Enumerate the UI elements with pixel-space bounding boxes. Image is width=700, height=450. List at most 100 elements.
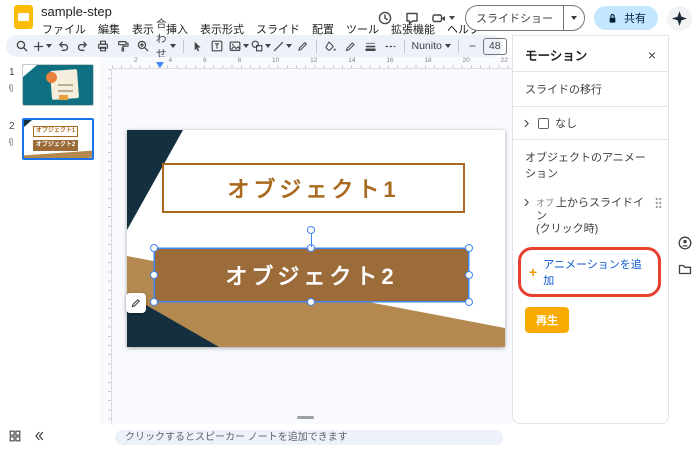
pen-tool-button[interactable] [293,37,312,55]
speaker-notes-input[interactable]: クリックするとスピーカー ノートを追加できます [115,430,503,445]
font-size-input[interactable]: 48 [482,37,507,55]
slideshow-button-label[interactable]: スライドショー [466,6,563,30]
animation-object-prefix: オブ [536,198,555,208]
object1-text-box[interactable]: オブジェクト1 [162,163,465,213]
chevron-right-icon [521,118,532,129]
ruler-tick: 10 [272,57,280,64]
add-plus-icon: + [529,264,538,280]
join-call-caret-icon[interactable] [449,16,455,20]
insert-line-caret-icon[interactable] [285,44,292,48]
slideshow-options-caret-icon[interactable] [563,6,584,30]
quick-actions-button[interactable] [126,293,146,313]
slide-1-clip-icon [6,82,17,95]
text-box-button[interactable] [208,37,227,55]
insert-image-caret-icon[interactable] [242,44,249,48]
folder-icon[interactable] [677,261,693,277]
ruler-tick: 14 [348,57,356,64]
slide-2-number: 2 [9,121,15,132]
redo-button[interactable] [73,37,92,55]
object2-text: オブジェクト2 [225,264,398,289]
slide-editing-area[interactable]: オブジェクト1 オブジェクト2 [127,130,505,347]
thumb1-line-graphic [58,84,74,87]
font-size-decrease-button[interactable]: − [463,37,482,55]
thumb2-object1-mini: オブジェクト1 [32,126,79,138]
undo-button[interactable] [53,37,72,55]
ruler-tick: 22 [500,57,508,64]
lock-icon [609,13,616,23]
thumb2-tan-band-shape [24,150,92,158]
chevron-right-icon [521,197,532,208]
font-family-value: Nunito [411,40,442,52]
font-family-caret-icon [444,44,451,48]
search-menus-icon[interactable] [12,37,31,55]
contacts-icon[interactable] [677,235,693,251]
selection-handle[interactable] [150,244,158,252]
ruler-tick: 8 [237,57,242,64]
zoom-icon[interactable] [133,37,152,55]
ruler-tick: 6 [203,57,207,64]
insert-shape-caret-icon[interactable] [264,44,271,48]
notes-resize-handle[interactable] [297,416,314,419]
ruler-tick: 18 [424,57,432,64]
share-button[interactable]: 共有 [594,6,658,30]
selection-handle[interactable] [150,270,158,279]
selection-handle[interactable] [307,298,315,306]
add-animation-button[interactable]: + アニメーションを追加 [518,247,661,297]
zoom-fit-caret-icon [169,44,176,48]
star-avatar-icon [672,10,687,26]
border-color-button[interactable] [341,37,360,55]
animation-list-item[interactable]: オブ 上からスライドイン (クリック時) [513,190,668,243]
slideshow-button[interactable]: スライドショー [465,5,585,31]
horizontal-ruler: 2 4 6 8 10 12 14 16 18 20 22 [112,57,512,69]
thumb2-navy-corner-shape [24,120,32,127]
rotation-handle[interactable] [307,226,315,234]
selection-handle[interactable] [465,298,473,306]
slide-1-thumbnail[interactable] [22,64,94,106]
thumb1-line-graphic [58,89,74,92]
grid-view-icon[interactable] [8,429,22,443]
side-panel-rail [670,35,700,424]
ruler-tick: 12 [310,57,318,64]
border-dash-button[interactable] [381,37,400,55]
version-history-icon[interactable] [376,9,394,27]
close-panel-button[interactable]: × [648,48,656,62]
drag-handle-icon[interactable] [655,197,662,208]
select-tool-button[interactable] [188,37,207,55]
toolbar-divider [315,39,317,53]
border-weight-button[interactable] [361,37,380,55]
print-button[interactable] [93,37,112,55]
collapse-filmstrip-icon[interactable] [32,429,46,443]
transition-row[interactable]: なし [513,107,668,139]
insert-shape-button[interactable] [250,37,271,55]
object1-text: オブジェクト1 [227,177,400,202]
document-title[interactable]: sample-step [41,4,112,19]
motion-panel-title: モーション [525,49,588,63]
new-slide-caret-icon[interactable] [46,44,52,48]
account-avatar[interactable] [667,5,692,31]
transition-preview-icon [538,117,549,129]
insert-line-button[interactable] [272,37,292,55]
vertical-ruler [100,69,112,424]
new-slide-button[interactable] [32,37,52,55]
editing-canvas[interactable]: 2 4 6 8 10 12 14 16 18 20 22 オブジェクト1 オブジ… [100,57,512,424]
share-button-label[interactable]: 共有 [624,10,646,26]
slide-filmstrip: 1 2 オブジェクト1 オブジェクト2 [0,57,100,424]
paint-format-button[interactable] [113,37,132,55]
object-animations-section-label: オブジェクトのアニメーション [525,152,646,180]
slides-logo-icon[interactable] [14,5,33,29]
font-family-select[interactable]: Nunito [409,40,454,52]
slide-1-number: 1 [9,67,15,78]
slide-2-thumbnail-selected[interactable]: オブジェクト1 オブジェクト2 [22,118,94,160]
object2-text-box-selected[interactable]: オブジェクト2 [150,226,473,306]
transition-value: なし [555,118,577,130]
play-button[interactable]: 再生 [525,307,569,333]
ruler-indent-marker[interactable] [156,62,164,68]
selection-handle[interactable] [150,298,158,306]
motion-panel: モーション × スライドの移行 なし オブジェクトのアニメーション オブ 上からス… [512,35,669,424]
selection-handle[interactable] [465,244,473,252]
fill-color-button[interactable] [321,37,340,55]
selection-handle[interactable] [465,270,473,279]
join-call-icon[interactable] [430,9,456,27]
comments-icon[interactable] [403,9,421,27]
insert-image-button[interactable] [228,37,249,55]
